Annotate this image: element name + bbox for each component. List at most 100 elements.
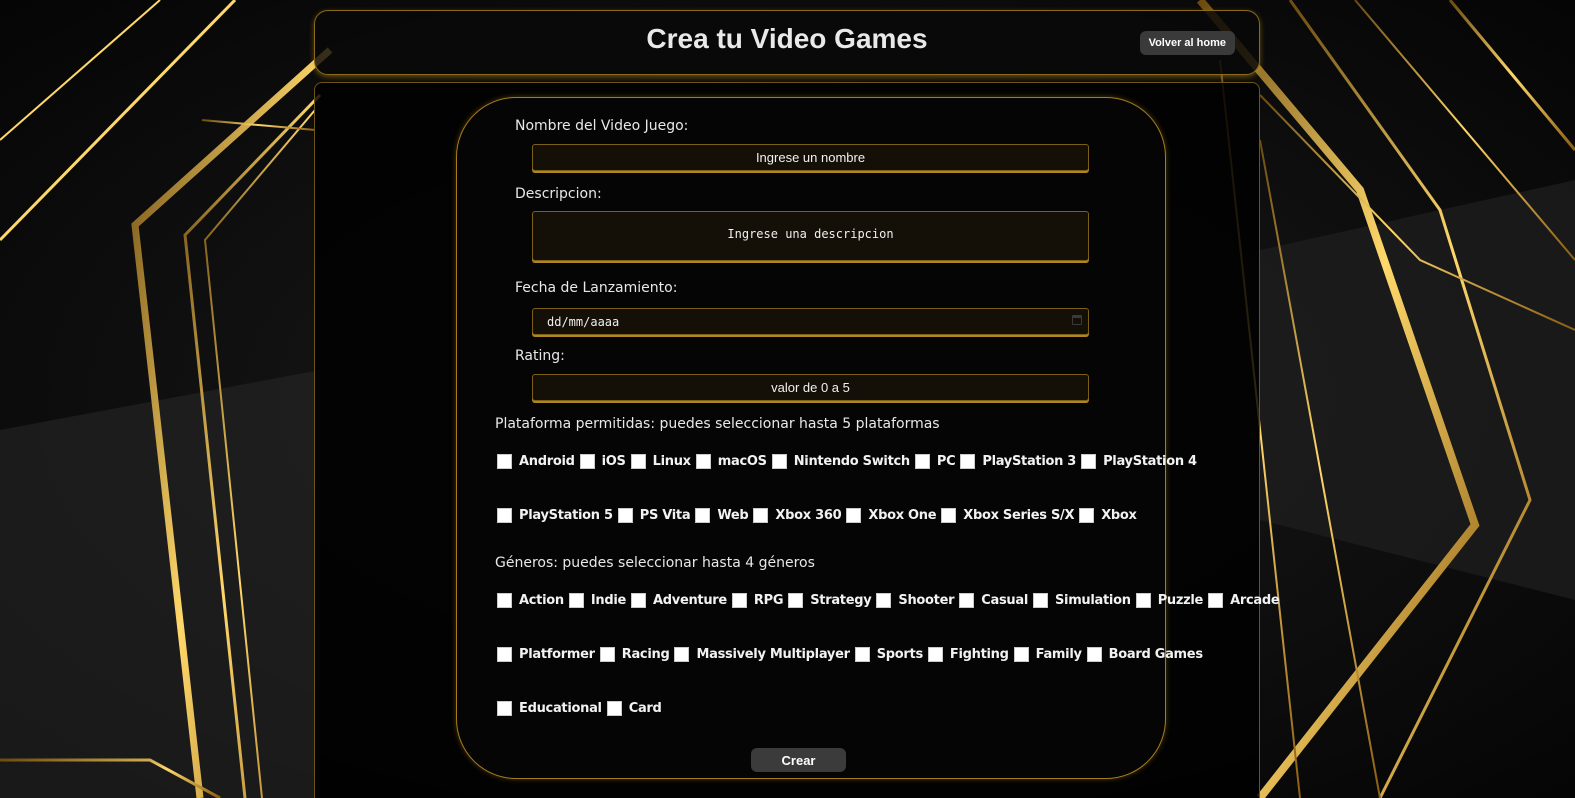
- platform-option-web[interactable]: Web: [695, 507, 753, 523]
- platform-option-pc[interactable]: PC: [914, 453, 960, 469]
- genre-option-board-games[interactable]: Board Games: [1086, 646, 1208, 662]
- genre-option-family[interactable]: Family: [1013, 646, 1087, 662]
- genre-checkbox[interactable]: [568, 592, 584, 608]
- platform-option-ios[interactable]: iOS: [579, 453, 631, 469]
- genre-option-educational[interactable]: Educational: [497, 700, 607, 716]
- platform-checkbox[interactable]: [695, 453, 711, 469]
- platform-checkbox[interactable]: [695, 507, 711, 523]
- genre-checkbox[interactable]: [876, 592, 892, 608]
- genre-option-label: Puzzle: [1157, 592, 1204, 608]
- header-bar: Crea tu Video Games Volver al home: [314, 10, 1260, 75]
- genre-option-label: Indie: [590, 592, 626, 608]
- platform-checkbox[interactable]: [630, 453, 646, 469]
- release-date-placeholder: dd/mm/aaaa: [547, 315, 620, 329]
- platform-option-playstation-5[interactable]: PlayStation 5: [497, 507, 618, 523]
- platform-option-xbox-series-s-x[interactable]: Xbox Series S/X: [941, 507, 1079, 523]
- genre-option-rpg[interactable]: RPG: [731, 592, 788, 608]
- platform-option-label: Linux: [652, 453, 691, 469]
- genre-checkbox[interactable]: [599, 646, 615, 662]
- platform-option-linux[interactable]: Linux: [630, 453, 696, 469]
- genre-option-racing[interactable]: Racing: [599, 646, 675, 662]
- genre-option-platformer[interactable]: Platformer: [497, 646, 600, 662]
- platform-checkbox[interactable]: [846, 507, 862, 523]
- platform-checkbox[interactable]: [617, 507, 633, 523]
- genre-option-label: Action: [519, 592, 564, 608]
- platform-option-xbox-one[interactable]: Xbox One: [846, 507, 941, 523]
- platform-option-label: Xbox One: [868, 507, 937, 523]
- back-home-button[interactable]: Volver al home: [1139, 31, 1235, 55]
- genre-option-sports[interactable]: Sports: [854, 646, 928, 662]
- genre-option-label: Strategy: [810, 592, 872, 608]
- genre-option-casual[interactable]: Casual: [959, 592, 1033, 608]
- platform-option-label: iOS: [601, 453, 626, 469]
- platform-option-playstation-3[interactable]: PlayStation 3: [960, 453, 1081, 469]
- platform-option-android[interactable]: Android: [497, 453, 580, 469]
- genre-checkbox[interactable]: [497, 646, 512, 662]
- platform-option-macos[interactable]: macOS: [695, 453, 772, 469]
- genre-option-label: Adventure: [653, 592, 727, 608]
- genre-checkbox[interactable]: [497, 592, 512, 608]
- platform-checkbox[interactable]: [914, 453, 930, 469]
- platforms-row-2: PlayStation 5 PS Vita Web Xbox 360 Xbox One X…: [497, 506, 1142, 524]
- platform-option-label: Xbox 360: [775, 507, 842, 523]
- genre-option-action[interactable]: Action: [497, 592, 569, 608]
- platform-option-nintendo-switch[interactable]: Nintendo Switch: [771, 453, 915, 469]
- calendar-icon[interactable]: [1072, 315, 1082, 325]
- genre-option-puzzle[interactable]: Puzzle: [1135, 592, 1208, 608]
- platform-checkbox[interactable]: [497, 507, 512, 523]
- page-title: Crea tu Video Games: [646, 23, 928, 54]
- genre-option-shooter[interactable]: Shooter: [876, 592, 959, 608]
- genre-option-label: Platformer: [519, 646, 595, 662]
- genre-checkbox[interactable]: [497, 700, 512, 716]
- platform-checkbox[interactable]: [753, 507, 769, 523]
- rating-input[interactable]: [532, 374, 1089, 401]
- genre-option-label: Arcade: [1230, 592, 1280, 608]
- genres-row-3: Educational Card: [497, 699, 667, 717]
- platform-checkbox[interactable]: [771, 453, 787, 469]
- genre-option-strategy[interactable]: Strategy: [788, 592, 876, 608]
- create-button[interactable]: Crear: [751, 748, 846, 772]
- release-date-input[interactable]: dd/mm/aaaa: [532, 308, 1089, 335]
- genre-option-label: Card: [628, 700, 662, 716]
- genre-option-massively-multiplayer[interactable]: Massively Multiplayer: [674, 646, 854, 662]
- platform-checkbox[interactable]: [579, 453, 595, 469]
- platform-option-xbox-360[interactable]: Xbox 360: [753, 507, 846, 523]
- platform-option-playstation-4[interactable]: PlayStation 4: [1081, 453, 1202, 469]
- description-input[interactable]: [532, 211, 1089, 261]
- genre-checkbox[interactable]: [674, 646, 690, 662]
- genre-option-adventure[interactable]: Adventure: [631, 592, 732, 608]
- release-date-label: Fecha de Lanzamiento:: [515, 280, 678, 296]
- platform-checkbox[interactable]: [1079, 507, 1095, 523]
- genre-option-arcade[interactable]: Arcade: [1208, 592, 1284, 608]
- genre-option-fighting[interactable]: Fighting: [927, 646, 1014, 662]
- genres-row-1: Action Indie Adventure RPG Strategy Shooter Ca…: [497, 591, 1284, 609]
- genre-option-card[interactable]: Card: [606, 700, 667, 716]
- genre-checkbox[interactable]: [854, 646, 870, 662]
- platform-checkbox[interactable]: [941, 507, 957, 523]
- genre-option-simulation[interactable]: Simulation: [1032, 592, 1136, 608]
- genre-checkbox[interactable]: [631, 592, 646, 608]
- genre-checkbox[interactable]: [606, 700, 622, 716]
- genre-checkbox[interactable]: [959, 592, 975, 608]
- platform-checkbox[interactable]: [1081, 453, 1097, 469]
- name-input[interactable]: [532, 144, 1089, 171]
- genre-checkbox[interactable]: [927, 646, 943, 662]
- platform-option-ps-vita[interactable]: PS Vita: [617, 507, 696, 523]
- genre-checkbox[interactable]: [1032, 592, 1048, 608]
- genre-checkbox[interactable]: [1135, 592, 1151, 608]
- genre-option-indie[interactable]: Indie: [568, 592, 631, 608]
- platform-option-label: PS Vita: [639, 507, 691, 523]
- genre-checkbox[interactable]: [731, 592, 747, 608]
- platform-option-xbox[interactable]: Xbox: [1079, 507, 1141, 523]
- genre-checkbox[interactable]: [1208, 592, 1224, 608]
- genre-checkbox[interactable]: [1086, 646, 1102, 662]
- platform-checkbox[interactable]: [497, 453, 512, 469]
- genre-option-label: Board Games: [1108, 646, 1203, 662]
- platform-option-label: Web: [717, 507, 749, 523]
- genre-checkbox[interactable]: [1013, 646, 1029, 662]
- platform-option-label: PlayStation 5: [519, 507, 613, 523]
- platform-checkbox[interactable]: [960, 453, 976, 469]
- genre-option-label: Racing: [621, 646, 670, 662]
- platform-option-label: Xbox: [1101, 507, 1137, 523]
- genre-checkbox[interactable]: [788, 592, 804, 608]
